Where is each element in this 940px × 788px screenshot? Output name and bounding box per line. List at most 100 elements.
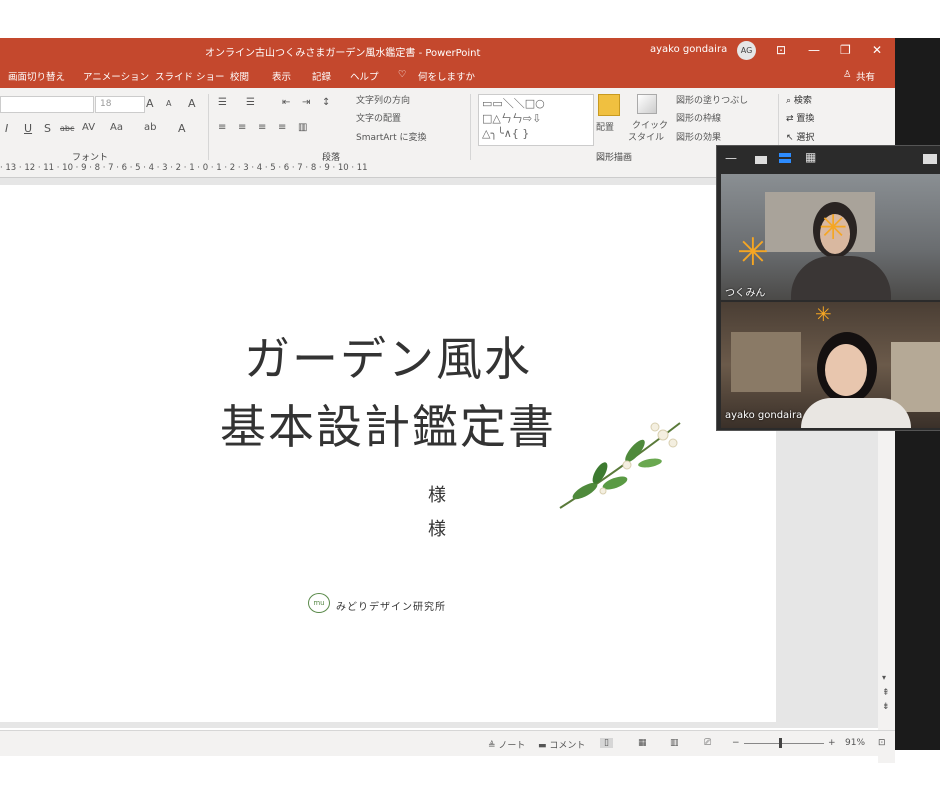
replace-label: 置換 [796,114,815,124]
slide-sorter-icon[interactable]: ▦ [638,738,647,748]
pin-video-icon[interactable] [923,154,937,164]
decrease-font-icon[interactable]: A [166,99,171,108]
recipient-honorific-1[interactable]: 様 [428,481,446,507]
background-shelf [731,332,801,392]
recipient-honorific-2[interactable]: 様 [428,515,446,541]
tab-help[interactable]: ヘルプ [350,69,379,83]
quick-styles-icon[interactable] [637,94,657,114]
align-center-icon[interactable]: ≡ [238,122,246,133]
window-title: オンライン古山つくみさまガーデン風水鑑定書 - PowerPoint [205,48,481,59]
restore-button[interactable]: ❐ [840,43,851,57]
shape-fill-button[interactable]: 図形の塗りつぶし [676,93,748,106]
slide-title-line-1[interactable]: ガーデン風水 [0,323,776,389]
speaker-view-icon[interactable] [755,156,767,164]
font-color-icon[interactable]: A [178,122,186,135]
bullets-icon[interactable]: ☰ [218,97,227,108]
body [801,398,911,428]
tab-transitions[interactable]: 画面切り替え [8,69,65,83]
char-spacing-icon[interactable]: AV [82,122,95,133]
zoom-out-icon[interactable]: − [732,738,740,748]
ruler-ticks: · 13 · 12 · 11 · 10 · 9 · 8 · 7 · 6 · 5 … [0,163,368,173]
notes-button[interactable]: ≜ ノート [488,738,525,751]
clear-formatting-icon[interactable]: A [188,97,196,110]
shape-outline-label: 図形の枠線 [676,114,722,124]
normal-view-icon[interactable]: ▯ [600,738,613,748]
close-button[interactable]: ✕ [872,43,882,57]
comments-button[interactable]: ▬ コメント [538,738,585,751]
font-name-box[interactable] [0,96,94,113]
video-tile-participant-2[interactable]: ✳ ayako gondaira [721,302,940,428]
strip-view-icon[interactable] [779,153,791,157]
logo-mark: mu [308,593,330,613]
columns-icon[interactable]: ▥ [298,122,307,133]
increase-font-icon[interactable]: A [146,97,154,110]
font-size-box[interactable]: 18 [95,96,145,113]
drawing-group-label: 図形描画 [596,153,633,163]
prev-slide-icon[interactable]: ⇞ [882,688,890,698]
zoom-slider-thumb[interactable] [779,738,782,748]
increase-indent-icon[interactable]: ⇥ [302,97,310,108]
comments-label: コメント [549,741,586,751]
tab-slideshow[interactable]: スライド ショー [155,69,225,83]
shape-effects-button[interactable]: 図形の効果 [676,130,721,143]
replace-button[interactable]: ⇄ 置換 [786,111,814,124]
video-call-panel[interactable]: — ▦ ✳ ✳ つくみん ✳ ayako gondaira [716,145,940,431]
video-tile-participant-1[interactable]: ✳ ✳ つくみん [721,174,940,300]
justify-icon[interactable]: ≡ [278,122,286,133]
align-text-button[interactable]: 文字の配置 [356,111,401,124]
zoom-in-icon[interactable]: + [828,738,836,748]
replace-icon: ⇄ [786,114,797,124]
scroll-down-icon[interactable]: ▾ [882,673,886,682]
notes-label: ノート [498,741,526,751]
line-spacing-icon[interactable]: ↕ [322,97,330,108]
avatar[interactable]: AG [737,41,756,60]
text-direction-button[interactable]: 文字列の方向 [356,93,410,106]
arrange-icon[interactable] [598,94,620,116]
search-icon: ⌕ [786,96,794,106]
minimize-video-icon[interactable]: — [725,151,737,165]
tab-view[interactable]: 表示 [272,69,291,83]
ruler: · 13 · 12 · 11 · 10 · 9 · 8 · 7 · 6 · 5 … [0,163,720,178]
search-button[interactable]: ⌕ 検索 [786,93,812,106]
gallery-view-icon[interactable]: ▦ [805,150,816,164]
arrange-button[interactable]: 配置 [596,120,614,133]
account-name[interactable]: ayako gondaira [650,44,727,55]
select-button[interactable]: ↖ 選択 [786,130,814,143]
tab-review[interactable]: 校閲 [230,69,249,83]
tell-me-search[interactable]: 何をしますか [418,69,475,83]
tab-animations[interactable]: アニメーション [83,69,149,83]
shape-fill-label: 図形の塗りつぶし [676,96,749,106]
smartart-button[interactable]: SmartArt に変換 [356,130,426,143]
next-slide-icon[interactable]: ⇟ [882,702,890,712]
strikethrough-button[interactable]: abc [60,124,74,133]
shape-outline-button[interactable]: 図形の枠線 [676,111,721,124]
align-left-icon[interactable]: ≡ [218,122,226,133]
cursor-icon: ↖ [786,133,797,143]
slide-canvas[interactable]: ガーデン風水 基本設計鑑定書 様 様 mu みどりデザイン研究所 [0,185,776,722]
shadow-button[interactable]: S [44,122,51,135]
change-case-icon[interactable]: Aa [110,122,123,133]
minimize-button[interactable]: — [808,43,820,57]
numbering-icon[interactable]: ☰ [246,97,255,108]
lightbulb-icon: ♡ [398,69,407,80]
fit-slide-icon[interactable]: ⊡ [878,738,886,748]
align-right-icon[interactable]: ≡ [258,122,266,133]
slideshow-view-icon[interactable]: ⎚ [704,738,711,748]
title-bar: オンライン古山つくみさまガーデン風水鑑定書 - PowerPoint ayako… [0,38,895,63]
body [791,256,891,300]
ribbon-display-options-icon[interactable]: ⊡ [776,43,786,57]
star-sticker-icon: ✳ [819,208,848,248]
floral-decoration[interactable] [555,413,690,513]
zoom-level[interactable]: 91% [845,738,865,748]
shapes-gallery[interactable]: ▭▭＼＼□○ □△ㄣㄣ⇨⇩ △╮╰∧{ } [478,94,594,146]
highlight-icon[interactable]: ab [144,122,156,133]
star-sticker-icon: ✳ [737,230,769,274]
decrease-indent-icon[interactable]: ⇤ [282,97,290,108]
reading-view-icon[interactable]: ▥ [670,738,679,748]
tab-record[interactable]: 記録 [312,69,331,83]
share-button[interactable]: 共有 [856,69,875,83]
quick-styles-label-2[interactable]: スタイル [628,130,664,143]
underline-button[interactable]: U [24,122,32,135]
zoom-slider[interactable] [744,743,824,744]
italic-button[interactable]: I [5,122,8,135]
